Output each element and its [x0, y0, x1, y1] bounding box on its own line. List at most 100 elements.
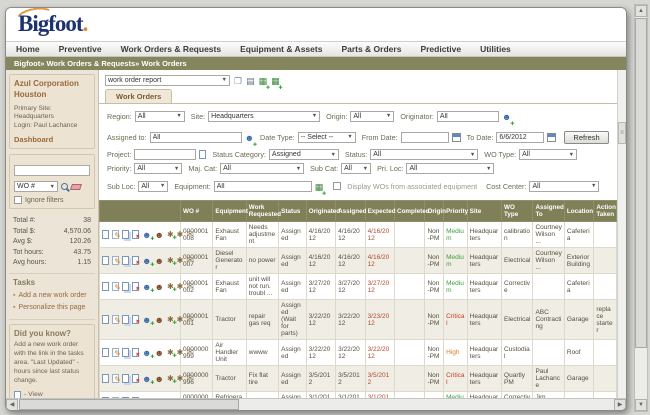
scroll-up-icon[interactable]: ▲ — [635, 5, 647, 17]
add-labor-icon[interactable] — [142, 315, 151, 325]
site-select[interactable]: Headquarters▼ — [208, 111, 320, 122]
table-vertical-scrollbar[interactable]: ≡ — [617, 70, 626, 398]
delete-icon[interactable] — [132, 230, 139, 239]
view-icon[interactable] — [102, 256, 109, 265]
page-scrollbar-thumb[interactable] — [635, 18, 647, 348]
delete-icon[interactable] — [132, 282, 139, 291]
email-icon[interactable] — [186, 229, 194, 240]
status-select[interactable]: All▼ — [370, 149, 478, 160]
sub-loc-select[interactable]: All▼ — [138, 181, 168, 192]
cost-center-select[interactable]: All▼ — [529, 181, 599, 192]
view-icon[interactable] — [102, 282, 109, 291]
search-icon[interactable] — [61, 183, 68, 190]
email-icon[interactable] — [186, 373, 194, 384]
add-labor-icon[interactable] — [142, 230, 151, 240]
scrollbar-grip-icon[interactable]: ≡ — [618, 122, 626, 144]
project-lookup-icon[interactable] — [199, 150, 206, 159]
add-parts-icon[interactable] — [167, 374, 174, 383]
status-category-select[interactable]: Assigned▼ — [269, 149, 339, 160]
email-icon[interactable] — [186, 281, 194, 292]
personalize-page-link[interactable]: Personalize this page — [13, 302, 91, 315]
duplicate-icon[interactable] — [122, 348, 129, 357]
delete-icon[interactable] — [132, 348, 139, 357]
duplicate-icon[interactable] — [122, 230, 129, 239]
edit-icon[interactable] — [112, 348, 119, 357]
to-date-input[interactable] — [496, 132, 544, 143]
duplicate-icon[interactable] — [122, 282, 129, 291]
page-vertical-scrollbar[interactable]: ▲ ▼ — [634, 4, 648, 412]
view-icon[interactable] — [102, 315, 109, 324]
print-icon[interactable] — [246, 71, 255, 89]
scroll-left-icon[interactable]: ◀ — [6, 399, 18, 411]
email-icon[interactable] — [186, 347, 194, 358]
search-field-select[interactable]: WO #▼ — [14, 181, 58, 192]
horizontal-scrollbar[interactable]: ◀ ▶ — [6, 398, 626, 410]
add-work-order-link[interactable]: Add a new work order — [13, 290, 91, 303]
labor-icon[interactable] — [154, 256, 163, 266]
email-icon[interactable] — [186, 255, 194, 266]
view-icon[interactable] — [102, 230, 109, 239]
from-date-calendar-icon[interactable] — [452, 133, 461, 142]
export-grid-add-icon[interactable] — [271, 71, 280, 89]
delete-icon[interactable] — [132, 315, 139, 324]
add-labor-icon[interactable] — [142, 374, 151, 384]
tab-work-orders[interactable]: Work Orders — [105, 89, 172, 103]
dashboard-link[interactable]: Dashboard — [14, 135, 90, 144]
edit-icon[interactable] — [112, 282, 119, 291]
parts-icon[interactable] — [177, 256, 184, 265]
add-parts-icon[interactable] — [167, 282, 174, 291]
assigned-to-input[interactable] — [150, 132, 242, 143]
parts-icon[interactable] — [177, 374, 184, 383]
add-labor-icon[interactable] — [142, 348, 151, 358]
pri-loc-select[interactable]: All▼ — [406, 163, 494, 174]
priority-select[interactable]: All▼ — [134, 163, 182, 174]
duplicate-icon[interactable] — [122, 374, 129, 383]
view-icon[interactable] — [102, 374, 109, 383]
ignore-filters-checkbox[interactable] — [14, 196, 22, 204]
add-parts-icon[interactable] — [167, 230, 174, 239]
edit-icon[interactable] — [112, 230, 119, 239]
duplicate-icon[interactable] — [122, 256, 129, 265]
maj-cat-select[interactable]: All▼ — [220, 163, 304, 174]
labor-icon[interactable] — [154, 230, 163, 240]
nav-item-parts[interactable]: Parts & Orders — [341, 44, 401, 54]
export-grid-icon[interactable] — [259, 71, 268, 89]
assoc-equipment-checkbox[interactable] — [333, 182, 341, 190]
sub-cat-select[interactable]: All▼ — [341, 163, 371, 174]
nav-item-equipment[interactable]: Equipment & Assets — [240, 44, 322, 54]
refresh-button[interactable]: Refresh — [564, 131, 608, 144]
labor-icon[interactable] — [154, 348, 163, 358]
project-input[interactable] — [134, 149, 196, 160]
to-date-calendar-icon[interactable] — [547, 133, 556, 142]
report-select[interactable]: work order report▼ — [105, 75, 230, 86]
nav-item-preventive[interactable]: Preventive — [59, 44, 102, 54]
horizontal-scrollbar-thumb[interactable] — [19, 399, 239, 410]
view-icon[interactable] — [102, 348, 109, 357]
delete-icon[interactable] — [132, 374, 139, 383]
labor-icon[interactable] — [154, 315, 163, 325]
add-parts-icon[interactable] — [167, 256, 174, 265]
add-parts-icon[interactable] — [167, 348, 174, 357]
equipment-lookup-icon[interactable] — [315, 177, 324, 195]
breadcrumb[interactable]: Bigfoot» Work Orders & Requests» Work Or… — [6, 57, 626, 70]
nav-item-home[interactable]: Home — [16, 44, 40, 54]
parts-icon[interactable] — [177, 315, 184, 324]
parts-icon[interactable] — [177, 230, 184, 239]
equipment-input[interactable] — [214, 181, 312, 192]
nav-item-utilities[interactable]: Utilities — [480, 44, 511, 54]
copy-report-icon[interactable] — [234, 71, 242, 89]
originator-input[interactable] — [437, 111, 499, 122]
wo-type-select[interactable]: All▼ — [519, 149, 577, 160]
edit-icon[interactable] — [112, 315, 119, 324]
add-labor-icon[interactable] — [142, 282, 151, 292]
region-select[interactable]: All▼ — [135, 111, 185, 122]
nav-item-predictive[interactable]: Predictive — [420, 44, 461, 54]
assigned-to-lookup-icon[interactable] — [245, 128, 254, 146]
originator-lookup-icon[interactable] — [502, 107, 511, 125]
origin-select[interactable]: All▼ — [350, 111, 394, 122]
clear-search-icon[interactable] — [70, 184, 82, 190]
scroll-down-icon[interactable]: ▼ — [635, 399, 647, 411]
nav-item-work-orders[interactable]: Work Orders & Requests — [121, 44, 221, 54]
scroll-right-icon[interactable]: ▶ — [614, 399, 626, 411]
duplicate-icon[interactable] — [122, 315, 129, 324]
